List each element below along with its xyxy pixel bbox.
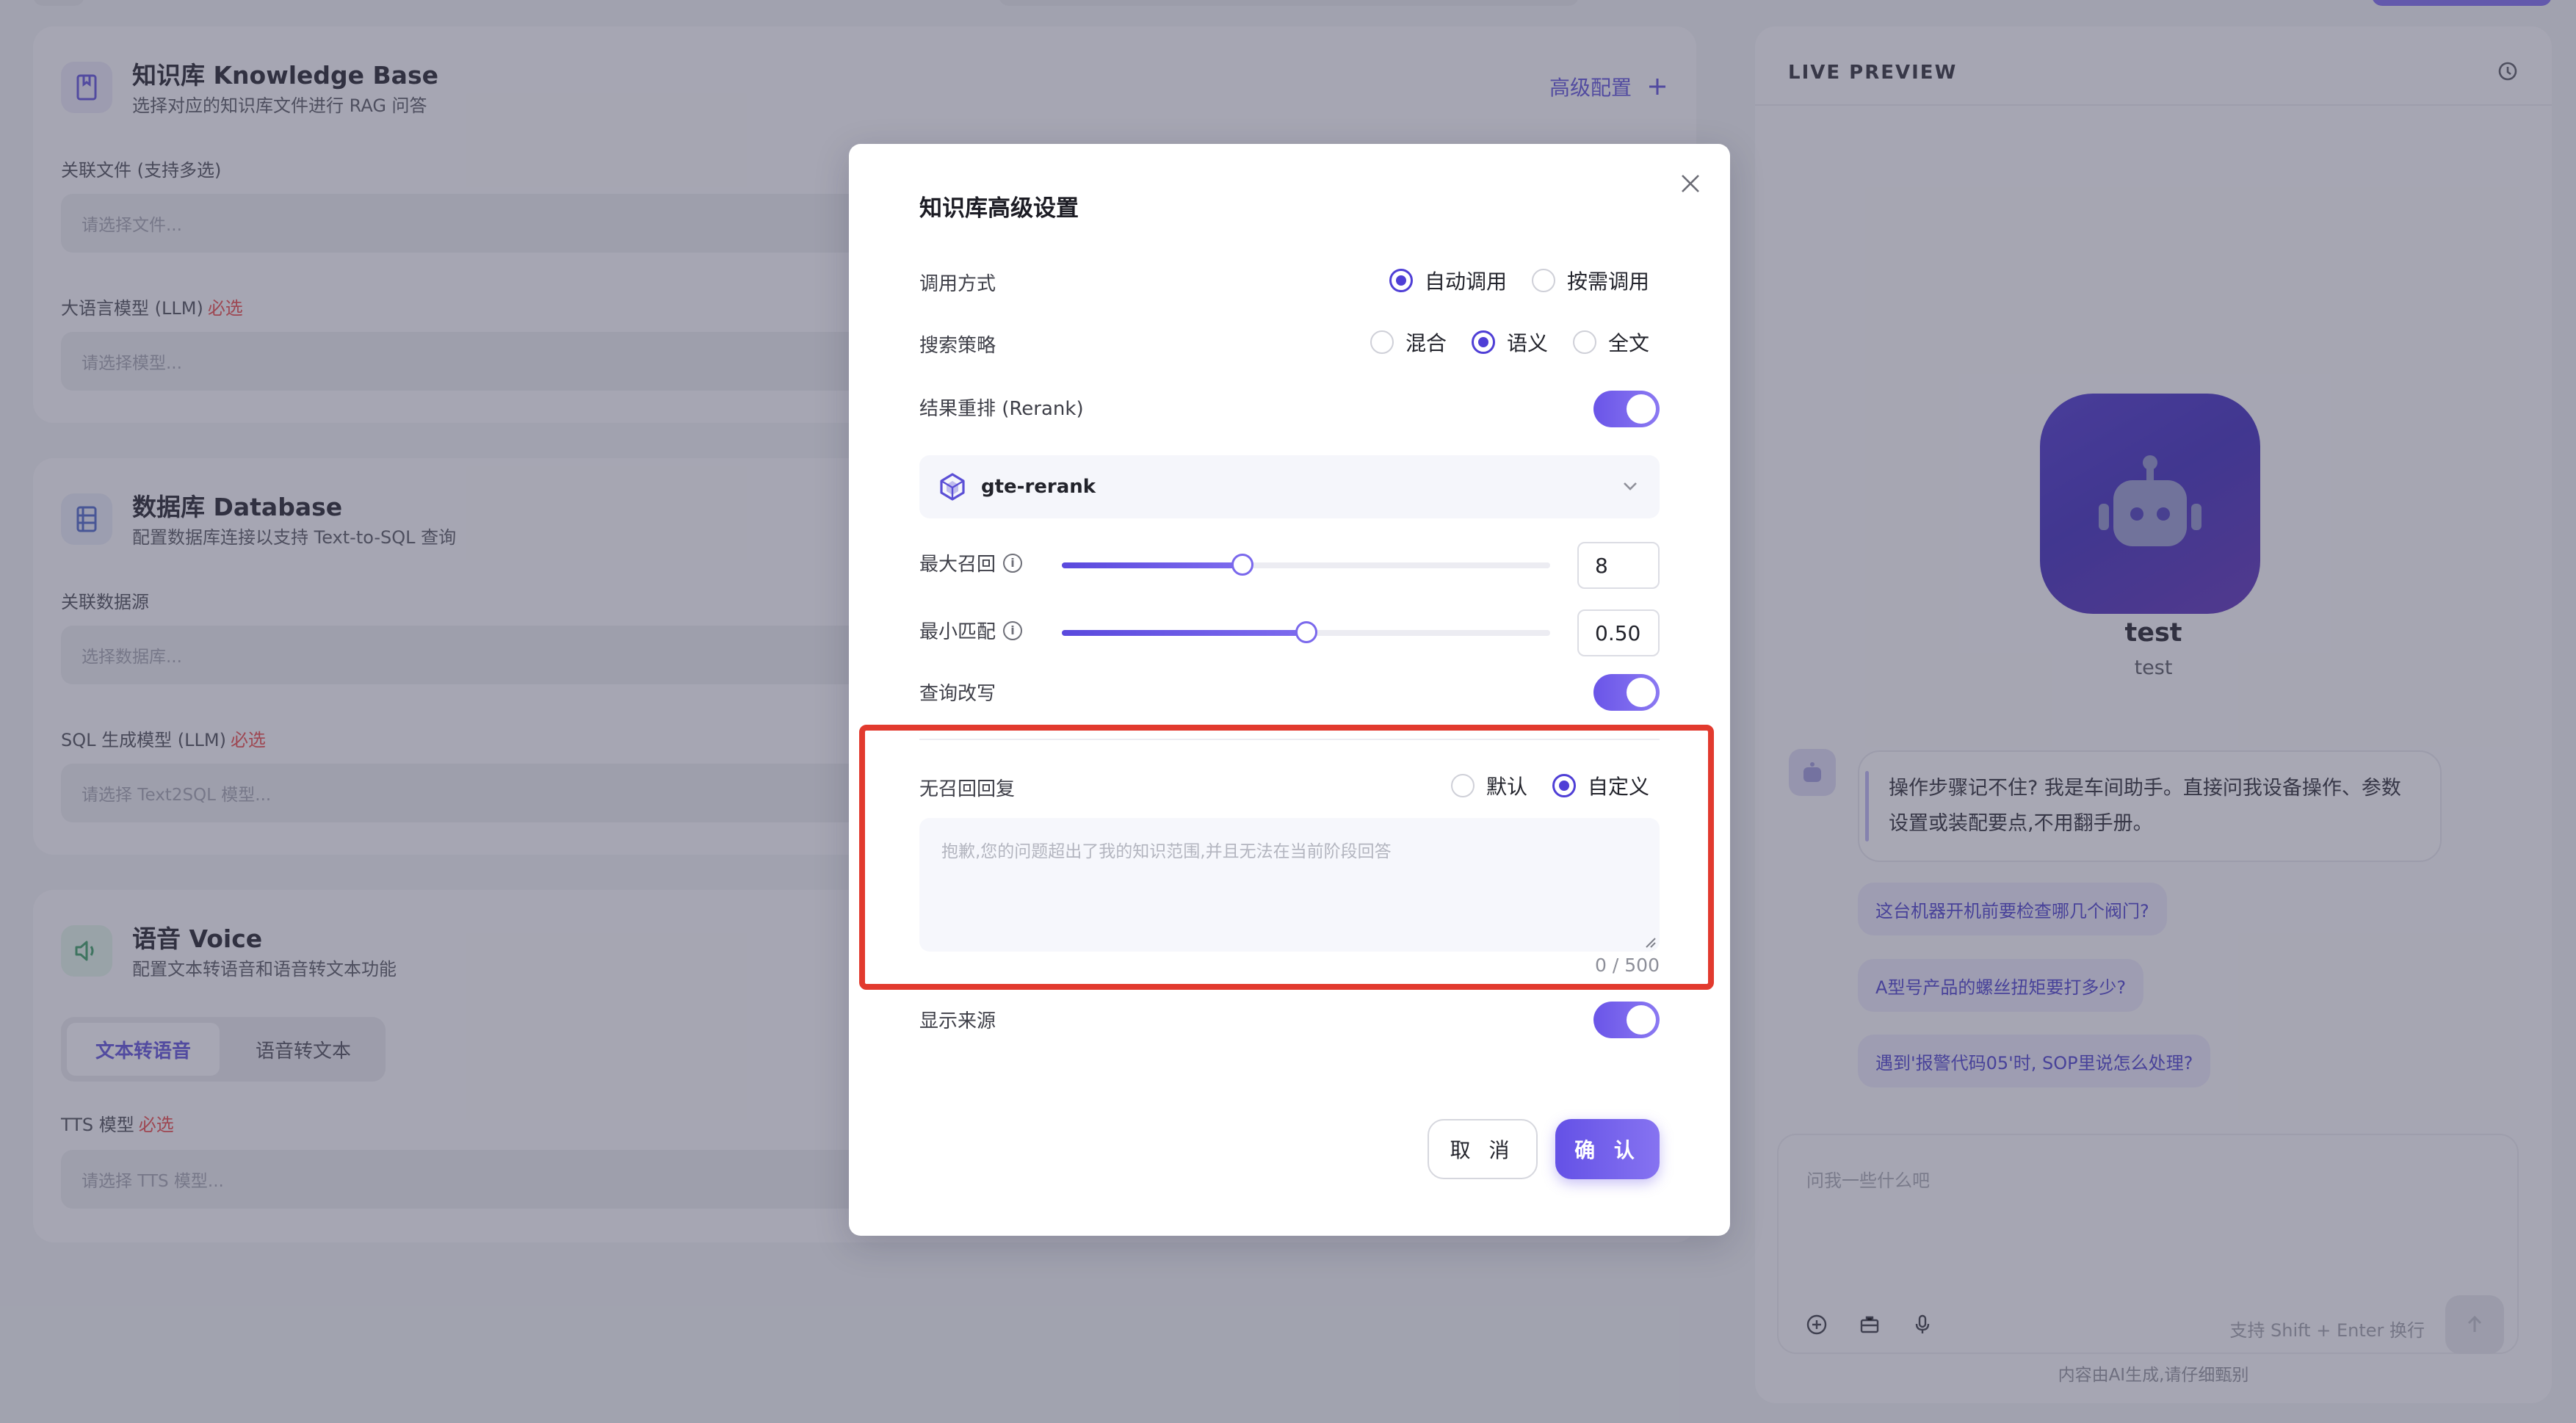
chevron-down-icon bbox=[1624, 482, 1637, 490]
radio-label: 混合 bbox=[1405, 331, 1447, 355]
slider-thumb[interactable] bbox=[1231, 554, 1254, 576]
resize-handle-icon[interactable] bbox=[1643, 935, 1657, 949]
radio-custom-reply[interactable]: 自定义 bbox=[1552, 771, 1649, 800]
section-divider bbox=[919, 739, 1660, 740]
radio-label: 按需调用 bbox=[1566, 269, 1649, 294]
max-recall-slider[interactable] bbox=[1062, 554, 1550, 576]
rerank-model-value: gte-rerank bbox=[981, 476, 1096, 498]
radio-label: 语义 bbox=[1506, 331, 1548, 355]
radio-auto-call[interactable]: 自动调用 bbox=[1389, 266, 1507, 295]
radio-dot bbox=[1531, 269, 1555, 292]
show-source-label: 显示来源 bbox=[919, 1010, 996, 1032]
info-icon[interactable]: i bbox=[1003, 620, 1023, 640]
radio-dot bbox=[1572, 330, 1596, 354]
info-icon[interactable]: i bbox=[1003, 553, 1023, 573]
min-match-slider[interactable] bbox=[1062, 621, 1550, 643]
cancel-button[interactable]: 取 消 bbox=[1428, 1119, 1538, 1179]
min-match-input[interactable]: 0.50 bbox=[1577, 609, 1660, 656]
search-strategy-label: 搜索策略 bbox=[919, 335, 996, 357]
model-logo-icon bbox=[940, 473, 965, 501]
radio-label: 默认 bbox=[1486, 775, 1527, 799]
query-rewrite-toggle[interactable] bbox=[1593, 674, 1660, 711]
rerank-label: 结果重排 (Rerank) bbox=[919, 398, 1084, 420]
radio-dot bbox=[1471, 330, 1495, 354]
slider-fill bbox=[1062, 562, 1243, 568]
max-recall-input[interactable]: 8 bbox=[1577, 542, 1660, 589]
slider-fill bbox=[1062, 630, 1306, 636]
call-mode-radio-group: 自动调用 按需调用 bbox=[1389, 266, 1649, 295]
slider-thumb[interactable] bbox=[1295, 621, 1317, 643]
rerank-toggle[interactable] bbox=[1593, 391, 1660, 427]
no-recall-reply-radio-group: 默认 自定义 bbox=[1450, 771, 1649, 800]
min-match-label: 最小匹配 i bbox=[919, 617, 1023, 644]
search-strategy-radio-group: 混合 语义 全文 bbox=[1370, 327, 1649, 357]
radio-dot bbox=[1370, 330, 1394, 354]
custom-reply-textarea[interactable]: 抱歉,您的问题超出了我的知识范围,并且无法在当前阶段回答 bbox=[919, 818, 1660, 952]
radio-dot bbox=[1450, 774, 1475, 797]
radio-default-reply[interactable]: 默认 bbox=[1450, 771, 1527, 800]
radio-label: 全文 bbox=[1607, 331, 1649, 355]
modal-title: 知识库高级设置 bbox=[919, 195, 1079, 222]
char-counter: 0 / 500 bbox=[1595, 955, 1660, 976]
close-icon bbox=[1682, 175, 1699, 192]
max-recall-label-text: 最大召回 bbox=[919, 554, 996, 576]
close-button[interactable] bbox=[1677, 170, 1704, 197]
show-source-toggle[interactable] bbox=[1593, 1002, 1660, 1038]
radio-label: 自定义 bbox=[1587, 775, 1649, 799]
radio-fulltext[interactable]: 全文 bbox=[1572, 327, 1649, 357]
min-match-label-text: 最小匹配 bbox=[919, 621, 996, 643]
query-rewrite-label: 查询改写 bbox=[919, 683, 996, 705]
knowledge-advanced-settings-modal: 知识库高级设置 调用方式 自动调用 按需调用 搜索策略 混合 语义 全文 结果重… bbox=[849, 144, 1730, 1236]
call-mode-label: 调用方式 bbox=[919, 273, 996, 295]
max-recall-label: 最大召回 i bbox=[919, 549, 1023, 576]
radio-hybrid[interactable]: 混合 bbox=[1370, 327, 1447, 357]
rerank-model-select[interactable]: gte-rerank bbox=[919, 455, 1660, 518]
radio-dot bbox=[1552, 774, 1576, 797]
radio-dot bbox=[1389, 269, 1413, 292]
radio-semantic[interactable]: 语义 bbox=[1471, 327, 1548, 357]
radio-on-demand-call[interactable]: 按需调用 bbox=[1531, 266, 1649, 295]
no-recall-reply-label: 无召回回复 bbox=[919, 778, 1016, 800]
confirm-button[interactable]: 确 认 bbox=[1555, 1119, 1660, 1179]
custom-reply-placeholder: 抱歉,您的问题超出了我的知识范围,并且无法在当前阶段回答 bbox=[941, 842, 1392, 861]
radio-label: 自动调用 bbox=[1424, 269, 1507, 294]
